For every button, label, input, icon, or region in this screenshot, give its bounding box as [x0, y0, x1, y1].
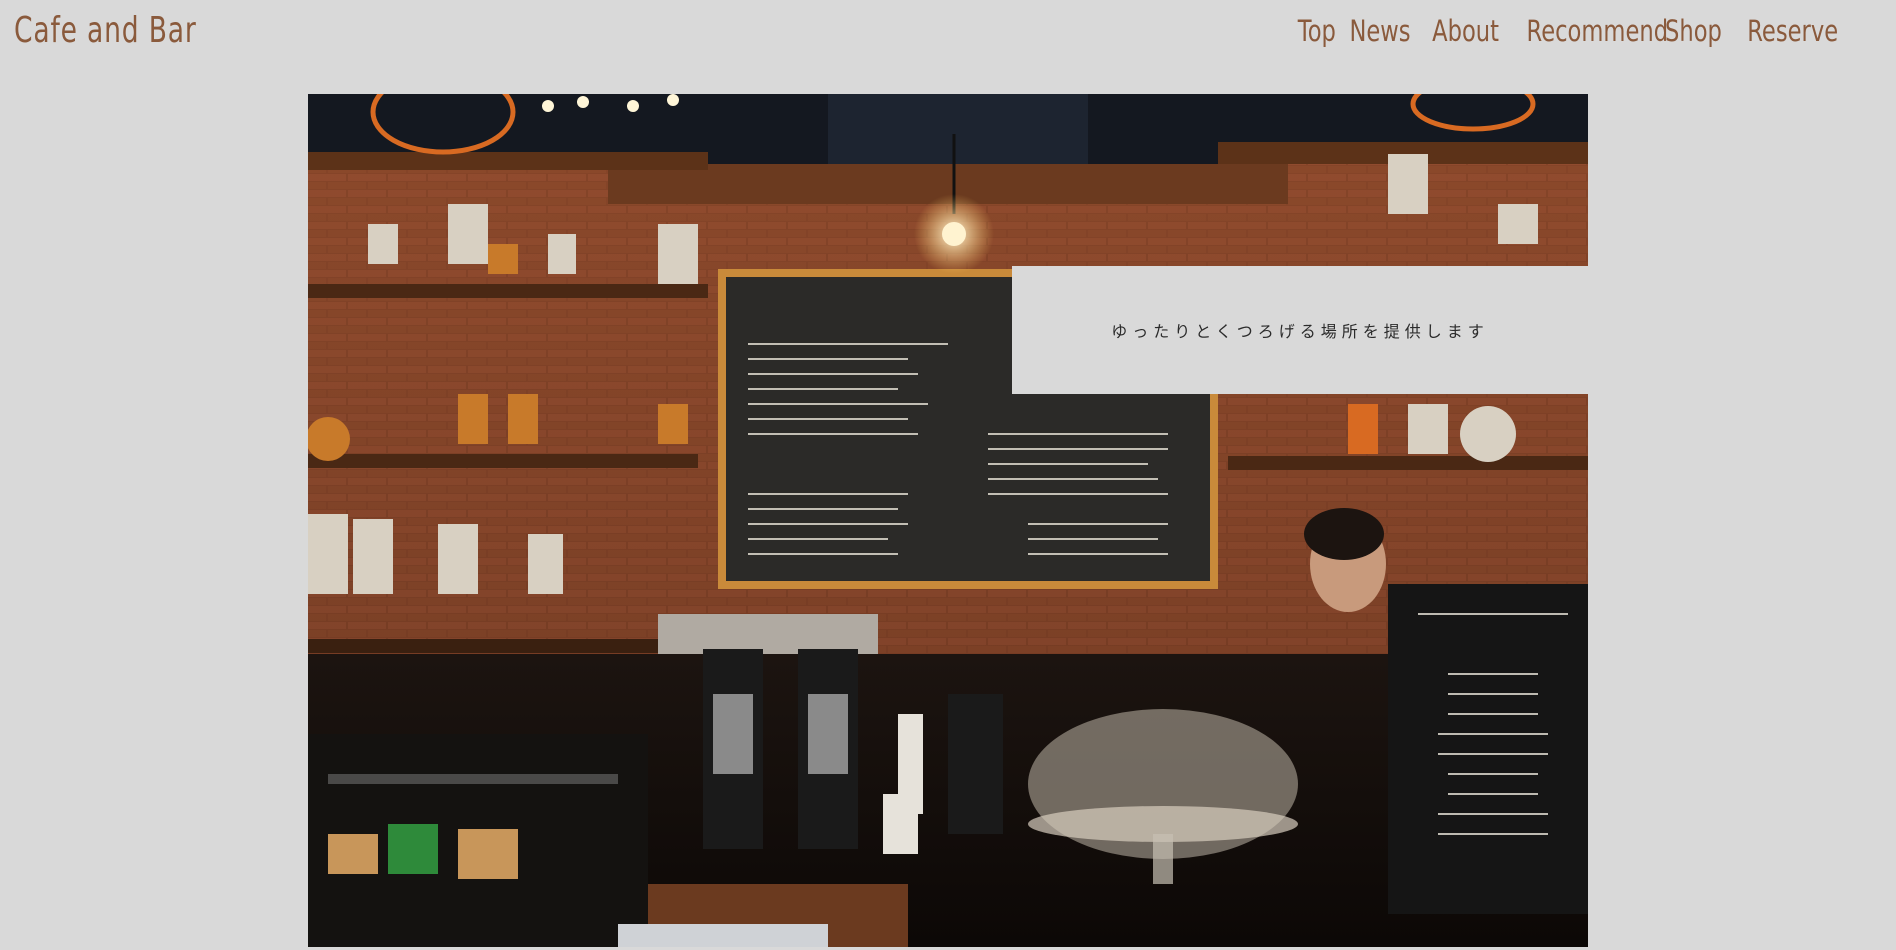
- cafe-interior-photo: [308, 94, 1588, 947]
- main-nav: Top News About Recommend Shop Reserve: [1294, 14, 1852, 48]
- site-title[interactable]: Cafe and Bar: [14, 10, 197, 51]
- nav-item-reserve[interactable]: Reserve: [1747, 14, 1841, 48]
- nav-item-news[interactable]: News: [1349, 14, 1416, 48]
- hero-caption: ゆったりとくつろげる場所を提供します: [1111, 322, 1489, 341]
- nav-item-top[interactable]: Top: [1298, 14, 1339, 48]
- hero-caption-box: ゆったりとくつろげる場所を提供します: [1012, 266, 1588, 394]
- nav-item-about[interactable]: About: [1432, 14, 1504, 48]
- nav-item-shop[interactable]: Shop: [1665, 14, 1729, 48]
- nav-item-recommend[interactable]: Recommend: [1527, 14, 1669, 48]
- hero-image: [308, 94, 1588, 947]
